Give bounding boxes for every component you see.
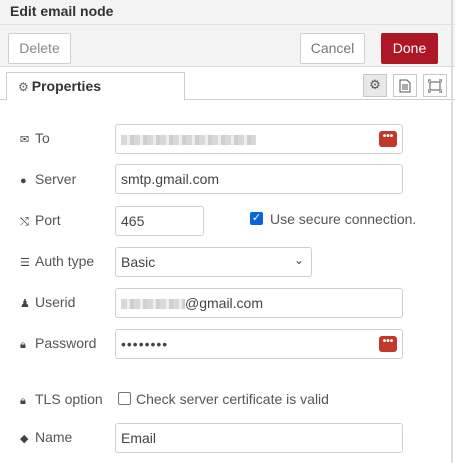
dialog-title: Edit email node — [10, 3, 114, 19]
name-field[interactable]: Email — [115, 423, 403, 453]
description-icon[interactable] — [393, 74, 417, 97]
tag-icon: ◆ — [20, 433, 29, 445]
cancel-button[interactable]: Cancel — [300, 33, 365, 64]
auth-type-select[interactable]: Basic ⌄ — [115, 247, 312, 277]
delete-button[interactable]: Delete — [8, 33, 71, 64]
password-label: 🔒︎ Password — [20, 335, 97, 351]
lock-icon[interactable]: ••• — [379, 131, 397, 147]
user-icon: ♟ — [20, 298, 30, 310]
password-value: •••••••• — [121, 336, 169, 352]
tabs-bar: ⚙ Properties ⚙ — [0, 68, 455, 101]
lock-icon: 🔒︎ — [20, 395, 26, 407]
tls-check-checkbox[interactable] — [118, 392, 131, 405]
chevron-down-icon: ⌄ — [293, 253, 304, 267]
done-button[interactable]: Done — [381, 33, 438, 64]
server-label: ● Server — [20, 171, 77, 187]
lock-toggle-icon[interactable]: ••• — [379, 336, 397, 352]
password-field[interactable]: •••••••• ••• — [115, 329, 403, 359]
dialog-toolbar: Delete Cancel Done — [0, 25, 455, 67]
gear-icon: ⚙ — [18, 80, 29, 94]
tab-properties[interactable]: ⚙ Properties — [6, 72, 185, 101]
port-field[interactable]: 465 — [115, 206, 204, 236]
settings-gear-icon[interactable]: ⚙ — [363, 74, 387, 97]
redacted-email — [121, 135, 256, 146]
appearance-icon[interactable] — [423, 74, 447, 97]
userid-label: ♟ Userid — [20, 294, 76, 310]
name-label: ◆ Name — [20, 429, 73, 445]
envelope-icon: ✉ — [20, 134, 30, 146]
tls-check-label: Check server certificate is valid — [136, 391, 329, 407]
tls-option-label: 🔒︎ TLS option — [20, 391, 103, 407]
auth-type-value: Basic — [121, 254, 156, 270]
to-label: ✉ To — [20, 130, 50, 146]
to-field[interactable]: ••• — [115, 124, 403, 154]
port-label: ⤭ Port — [20, 212, 61, 228]
redacted-username — [121, 299, 185, 310]
secure-connection-label: Use secure connection. — [270, 211, 417, 227]
server-field[interactable]: smtp.gmail.com — [115, 164, 403, 194]
globe-icon: ● — [20, 175, 27, 187]
lock-icon: 🔒︎ — [20, 339, 26, 351]
dialog-titlebar: Edit email node — [0, 0, 455, 25]
secure-connection-checkbox[interactable]: ✓ — [250, 212, 263, 225]
auth-type-label: ☰ Auth type — [20, 253, 95, 269]
userid-field[interactable]: @gmail.com — [115, 288, 403, 318]
properties-form: ✉ To ••• ● Server smtp.gmail.com ⤭ Port 465… — [0, 101, 455, 463]
panel-edge — [451, 0, 453, 463]
tab-properties-label: Properties — [31, 78, 102, 94]
random-icon: ⤭ — [20, 216, 29, 228]
list-icon: ☰ — [20, 257, 30, 269]
